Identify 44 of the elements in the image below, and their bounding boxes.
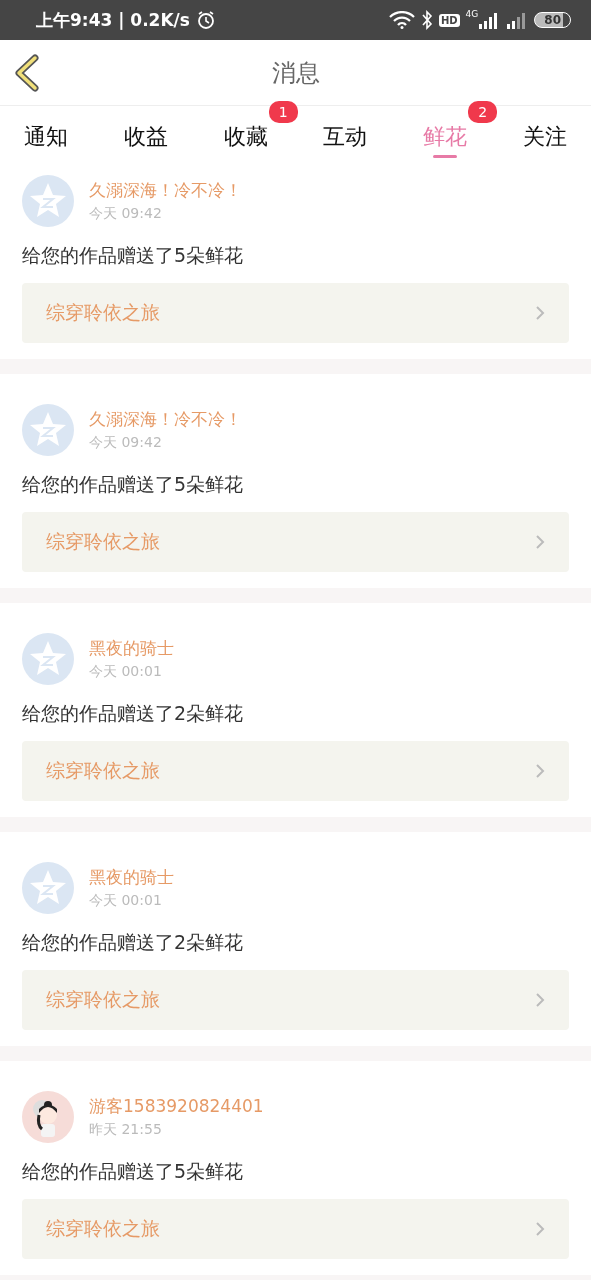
sender-name[interactable]: 黑夜的骑士 — [89, 637, 174, 660]
book-link[interactable]: 综穿聆依之旅 — [22, 1199, 569, 1259]
message-text: 给您的作品赠送了2朵鲜花 — [22, 701, 245, 726]
tab[interactable]: 通知 — [10, 106, 82, 158]
count-badge: 1 — [268, 101, 298, 123]
avatar-icon — [22, 862, 74, 914]
message-time: 今天 00:01 — [89, 663, 163, 681]
tab[interactable]: 互动 — [309, 106, 382, 158]
message-time: 今天 00:01 — [89, 892, 163, 910]
tab[interactable]: 收益 — [109, 106, 182, 158]
sender-name[interactable]: 黑夜的骑士 — [89, 866, 174, 889]
message-time: 今天 09:42 — [89, 205, 163, 223]
message-text: 给您的作品赠送了5朵鲜花 — [22, 243, 245, 268]
bluetooth-icon — [420, 10, 433, 30]
chevron-icon — [535, 1221, 545, 1237]
network-label: 4G — [465, 9, 479, 19]
avatar-icon — [22, 633, 74, 685]
battery-indicator: 80 — [534, 12, 571, 28]
message-time: 昨天 21:55 — [89, 1121, 163, 1139]
chevron-icon — [535, 305, 545, 321]
sender-name[interactable]: 久溺深海！冷不冷！ — [89, 179, 242, 202]
back-icon[interactable] — [14, 54, 40, 92]
avatar-icon — [22, 404, 74, 456]
count-badge: 2 — [468, 101, 498, 123]
status-time: 上午9:43 | 0.2K/s — [36, 8, 190, 32]
message-text: 给您的作品赠送了5朵鲜花 — [22, 472, 245, 497]
chevron-icon — [535, 534, 545, 550]
sender-name[interactable]: 久溺深海！冷不冷！ — [89, 408, 242, 431]
chevron-icon — [535, 992, 545, 1008]
book-link[interactable]: 综穿聆依之旅 — [22, 970, 569, 1030]
book-link[interactable]: 综穿聆依之旅 — [22, 512, 569, 572]
hd-icon: HD — [438, 13, 460, 27]
message-text: 给您的作品赠送了2朵鲜花 — [22, 930, 245, 955]
page-title: 消息 — [271, 57, 320, 89]
message-time: 今天 09:42 — [89, 434, 163, 452]
alarm-icon — [195, 10, 216, 30]
book-link[interactable]: 综穿聆依之旅 — [22, 283, 569, 343]
book-link[interactable]: 综穿聆依之旅 — [22, 741, 569, 801]
tab[interactable]: 关注 — [509, 106, 581, 158]
wifi-icon — [388, 11, 415, 29]
chevron-icon — [535, 763, 545, 779]
sender-name[interactable]: 游客1583920824401 — [89, 1095, 264, 1118]
avatar-icon — [22, 175, 74, 227]
message-text: 给您的作品赠送了5朵鲜花 — [22, 1159, 245, 1184]
